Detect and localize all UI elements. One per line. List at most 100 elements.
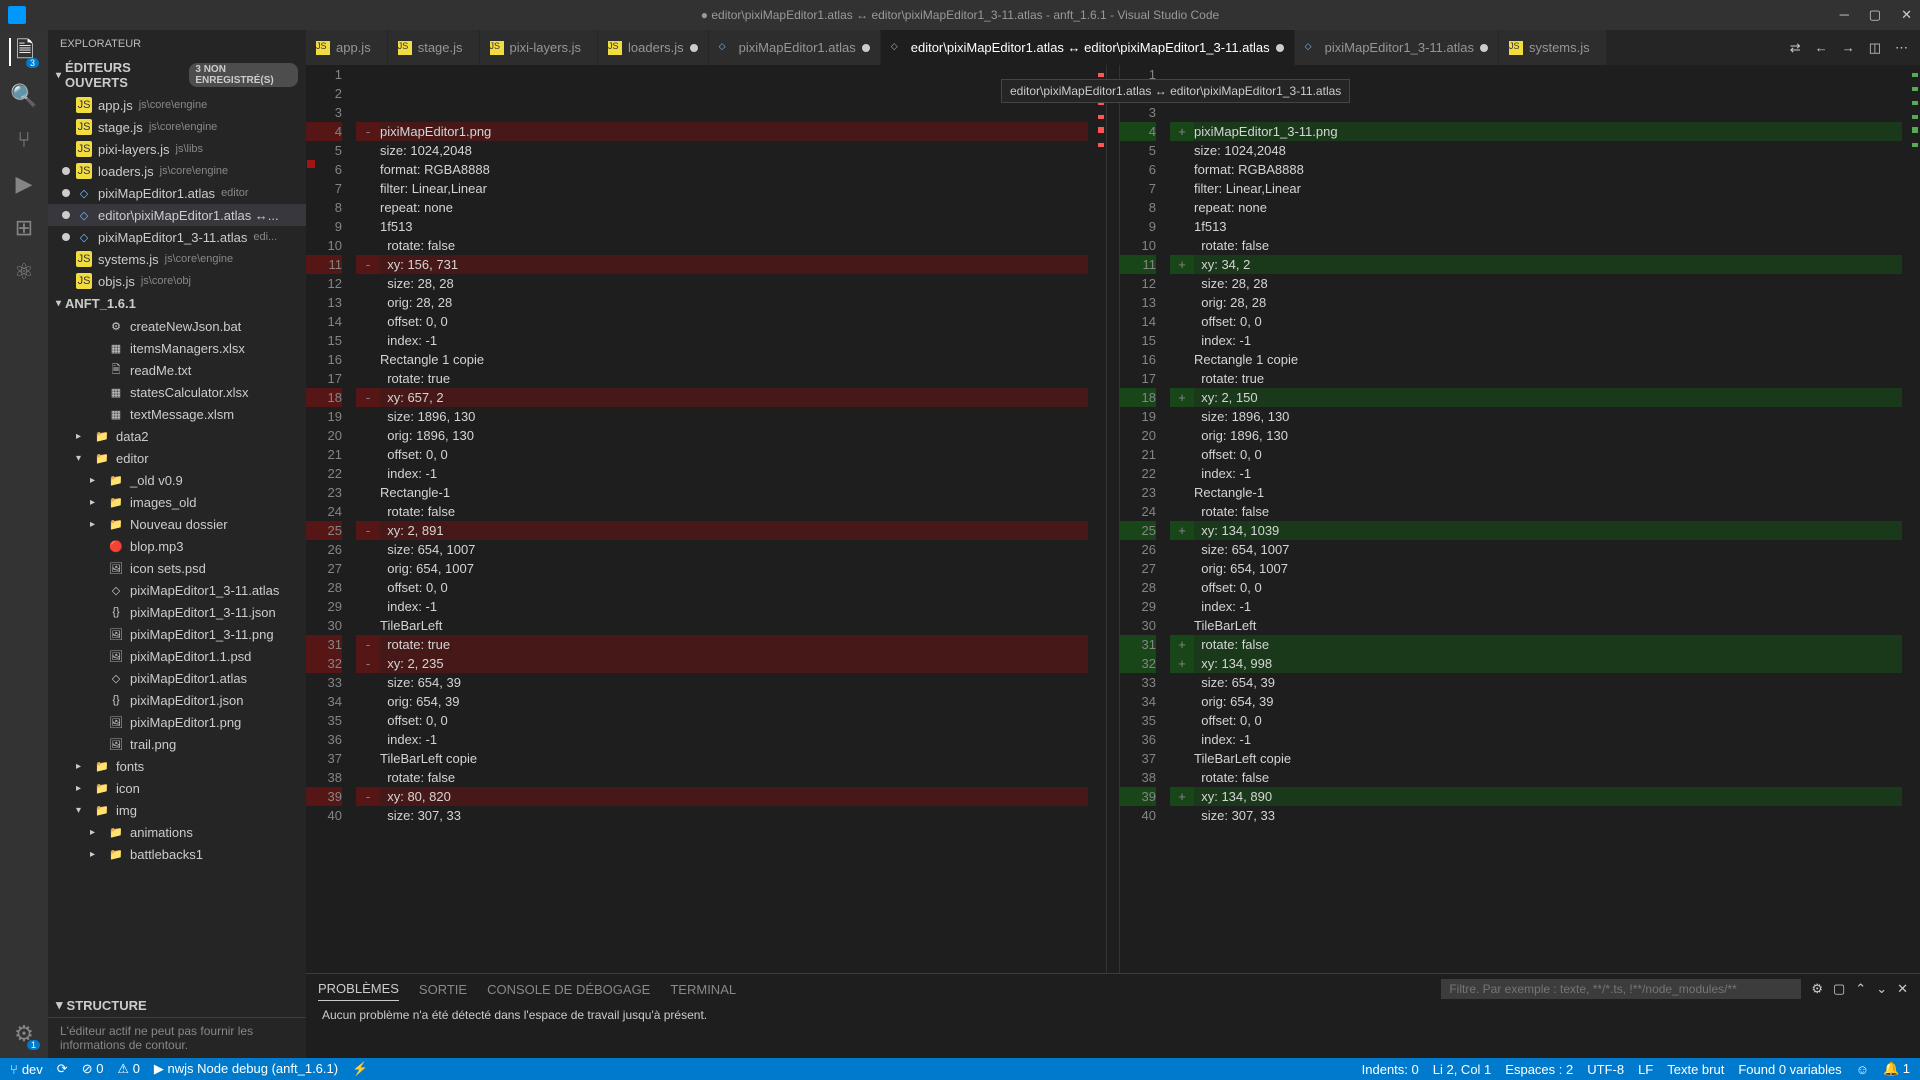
tree-item[interactable]: ▸📁Nouveau dossier <box>48 513 306 535</box>
file-icon: 📁 <box>94 450 110 466</box>
feedback-icon[interactable]: ☺ <box>1856 1061 1869 1077</box>
breakpoint-icon[interactable] <box>307 160 315 168</box>
diff-splitter[interactable] <box>1106 65 1120 973</box>
tree-item[interactable]: ▾📁editor <box>48 447 306 469</box>
tree-item[interactable]: {}pixiMapEditor1.json <box>48 689 306 711</box>
tree-item[interactable]: ▦statesCalculator.xlsx <box>48 381 306 403</box>
open-editor-item[interactable]: JSstage.js js\core\engine <box>48 116 306 138</box>
notifications-bell-icon[interactable]: 🔔 1 <box>1883 1061 1910 1077</box>
tree-item[interactable]: ▦textMessage.xlsm <box>48 403 306 425</box>
tree-item[interactable]: ◇pixiMapEditor1_3-11.atlas <box>48 579 306 601</box>
panel-tab[interactable]: TERMINAL <box>670 978 736 1001</box>
tree-item-label: img <box>116 803 137 818</box>
extensions-icon[interactable]: ⊞ <box>10 214 38 242</box>
git-branch[interactable]: ⑂ dev <box>10 1062 43 1077</box>
minimize-icon[interactable]: ─ <box>1840 7 1849 23</box>
panel-tab[interactable]: SORTIE <box>419 978 467 1001</box>
tree-item[interactable]: {}pixiMapEditor1_3-11.json <box>48 601 306 623</box>
encoding[interactable]: UTF-8 <box>1587 1061 1624 1077</box>
cursor-position[interactable]: Li 2, Col 1 <box>1433 1061 1492 1077</box>
open-editor-item[interactable]: JSapp.js js\core\engine <box>48 94 306 116</box>
open-editor-item[interactable]: JSpixi-layers.js js\libs <box>48 138 306 160</box>
problems-filter-input[interactable] <box>1441 979 1801 999</box>
tree-item[interactable]: 🔴blop.mp3 <box>48 535 306 557</box>
open-editors-header[interactable]: ▾ ÉDITEURS OUVERTS 3 NON ENREGISTRÉ(S) <box>48 58 306 92</box>
tree-item[interactable]: ▸📁_old v0.9 <box>48 469 306 491</box>
diff-left-pane[interactable]: 1234567891011121314151617181920212223242… <box>306 65 1106 973</box>
tree-item[interactable]: ▸📁animations <box>48 821 306 843</box>
more-icon[interactable]: ⋯ <box>1895 40 1908 56</box>
tree-item[interactable]: ▦itemsManagers.xlsx <box>48 337 306 359</box>
explorer-icon[interactable]: 🗎3 <box>9 38 37 66</box>
tree-item[interactable]: 🗎readMe.txt <box>48 359 306 381</box>
file-icon: JS <box>316 41 330 55</box>
chevron-icon: ▸ <box>76 783 88 794</box>
spaces[interactable]: Espaces : 2 <box>1505 1061 1573 1077</box>
tree-item[interactable]: ▾📁img <box>48 799 306 821</box>
panel-close-icon[interactable]: ✕ <box>1897 981 1908 997</box>
tree-item[interactable]: 🖼icon sets.psd <box>48 557 306 579</box>
warnings-count[interactable]: ⚠ 0 <box>117 1061 140 1077</box>
editor-tab[interactable]: ◇pixiMapEditor1.atlas <box>709 30 881 65</box>
sync-icon[interactable]: ⟳ <box>57 1061 68 1077</box>
tree-item[interactable]: 🖼pixiMapEditor1.1.psd <box>48 645 306 667</box>
tree-item[interactable]: 🖼pixiMapEditor1_3-11.png <box>48 623 306 645</box>
atom-icon[interactable]: ⚛ <box>10 258 38 286</box>
open-editor-item[interactable]: JSobjs.js js\core\obj <box>48 270 306 292</box>
lightning-icon[interactable]: ⚡ <box>352 1061 368 1077</box>
found-vars[interactable]: Found 0 variables <box>1738 1061 1841 1077</box>
tree-item[interactable]: 🖼trail.png <box>48 733 306 755</box>
debug-target[interactable]: ▶ nwjs Node debug (anft_1.6.1) <box>154 1061 338 1077</box>
close-icon[interactable]: ✕ <box>1901 7 1912 23</box>
panel-tab[interactable]: CONSOLE DE DÉBOGAGE <box>487 978 650 1001</box>
file-name: systems.js <box>98 252 159 267</box>
open-editor-item[interactable]: ◇pixiMapEditor1.atlas editor <box>48 182 306 204</box>
tree-item[interactable]: ▸📁data2 <box>48 425 306 447</box>
language-mode[interactable]: Texte brut <box>1667 1061 1724 1077</box>
errors-count[interactable]: ⊘ 0 <box>82 1061 104 1077</box>
panel-maximize-icon[interactable]: ▢ <box>1833 981 1845 997</box>
tree-item[interactable]: ⚙createNewJson.bat <box>48 315 306 337</box>
compare-icon[interactable]: ⇄ <box>1790 40 1801 56</box>
editor-tab[interactable]: JSsystems.js <box>1499 30 1607 65</box>
tree-item[interactable]: ▸📁icon <box>48 777 306 799</box>
tree-item[interactable]: 🖼pixiMapEditor1.png <box>48 711 306 733</box>
indents[interactable]: Indents: 0 <box>1362 1061 1419 1077</box>
tree-item[interactable]: ▸📁fonts <box>48 755 306 777</box>
minimap-left[interactable] <box>1088 65 1106 973</box>
settings-gear-icon[interactable]: ⚙1 <box>10 1020 38 1048</box>
structure-header[interactable]: ▾ STRUCTURE <box>48 993 306 1017</box>
split-editor-icon[interactable]: ◫ <box>1869 40 1881 56</box>
search-icon[interactable]: 🔍 <box>10 82 38 110</box>
editor-tab[interactable]: JSloaders.js <box>598 30 709 65</box>
editor-tab[interactable]: JSapp.js <box>306 30 388 65</box>
nav-back-icon[interactable]: ← <box>1815 40 1828 55</box>
tree-item[interactable]: ◇pixiMapEditor1.atlas <box>48 667 306 689</box>
eol[interactable]: LF <box>1638 1061 1653 1077</box>
editor-tab[interactable]: ◇editor\pixiMapEditor1.atlas ↔ editor\pi… <box>881 30 1295 65</box>
editor-tab[interactable]: ◇pixiMapEditor1_3-11.atlas <box>1295 30 1499 65</box>
panel-tab[interactable]: PROBLÈMES <box>318 977 399 1001</box>
tree-item[interactable]: ▸📁images_old <box>48 491 306 513</box>
minimap-right[interactable] <box>1902 65 1920 973</box>
filter-settings-icon[interactable]: ⚙ <box>1811 981 1823 997</box>
project-header[interactable]: ▾ ANFT_1.6.1 <box>48 294 306 313</box>
open-editor-item[interactable]: ◇editor\pixiMapEditor1.atlas ↔... <box>48 204 306 226</box>
file-icon: 📁 <box>94 780 110 796</box>
file-icon: JS <box>76 141 92 157</box>
open-editor-item[interactable]: JSsystems.js js\core\engine <box>48 248 306 270</box>
git-icon[interactable]: ⑂ <box>10 126 38 154</box>
open-editor-item[interactable]: JSloaders.js js\core\engine <box>48 160 306 182</box>
editor-tab[interactable]: JSpixi-layers.js <box>480 30 599 65</box>
maximize-icon[interactable]: ▢ <box>1869 7 1881 23</box>
panel-down-icon[interactable]: ⌄ <box>1876 981 1887 997</box>
nav-fwd-icon[interactable]: → <box>1842 40 1855 55</box>
panel-up-icon[interactable]: ⌃ <box>1855 981 1866 997</box>
chevron-icon: ▸ <box>90 827 102 838</box>
open-editor-item[interactable]: ◇pixiMapEditor1_3-11.atlas edi... <box>48 226 306 248</box>
tree-item[interactable]: ▸📁battlebacks1 <box>48 843 306 865</box>
dirty-dot-icon <box>62 233 70 241</box>
debug-icon[interactable]: ▶ <box>10 170 38 198</box>
diff-right-pane[interactable]: 1234567891011121314151617181920212223242… <box>1120 65 1920 973</box>
editor-tab[interactable]: JSstage.js <box>388 30 480 65</box>
